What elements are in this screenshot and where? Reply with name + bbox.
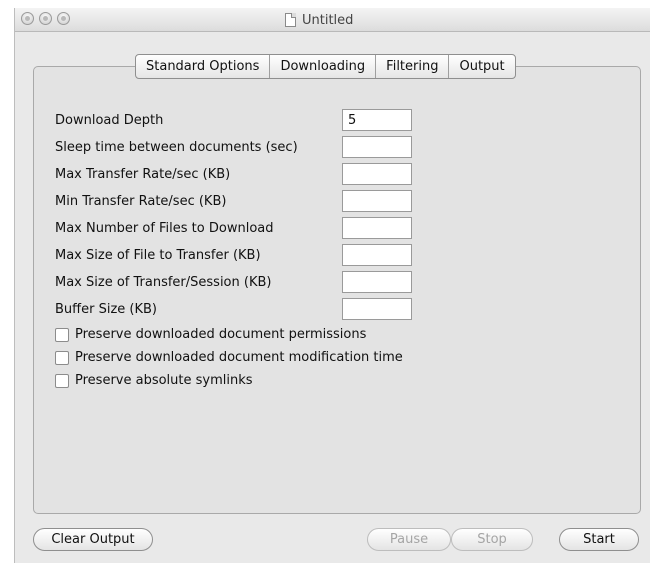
window-title: Untitled [285,11,353,29]
download-depth-label: Download Depth [55,113,164,128]
max-transfer-session-label: Max Size of Transfer/Session (KB) [55,275,272,290]
sleep-time-label: Sleep time between documents (sec) [55,140,298,155]
preserve-modification-time-checkbox[interactable] [55,350,69,365]
min-transfer-rate-label: Min Transfer Rate/sec (KB) [55,194,227,209]
max-transfer-session-field[interactable] [342,271,412,293]
start-button[interactable]: Start [559,528,639,551]
tab-downloading[interactable]: Downloading [270,55,377,78]
preserve-modification-time-option[interactable]: Preserve downloaded document modificatio… [55,350,403,365]
max-files-field[interactable] [342,217,412,239]
tab-bar: Standard Options Downloading Filtering O… [135,54,516,79]
app-window: Untitled Standard Options Downloading Fi… [14,8,650,563]
tab-panel [33,66,641,514]
preserve-symlinks-label: Preserve absolute symlinks [75,373,253,388]
max-file-size-field[interactable] [342,244,412,266]
download-depth-field[interactable] [342,109,412,131]
buffer-size-field[interactable] [342,298,412,320]
document-icon [285,13,296,27]
pause-button[interactable]: Pause [367,528,451,551]
max-transfer-rate-label: Max Transfer Rate/sec (KB) [55,167,231,182]
max-transfer-rate-field[interactable] [342,163,412,185]
min-transfer-rate-field[interactable] [342,190,412,212]
max-files-label: Max Number of Files to Download [55,221,274,236]
sleep-time-field[interactable] [342,136,412,158]
preserve-permissions-checkbox[interactable] [55,327,69,342]
stop-button[interactable]: Stop [451,528,533,551]
preserve-symlinks-option[interactable]: Preserve absolute symlinks [55,373,253,388]
preserve-modification-time-label: Preserve downloaded document modificatio… [75,350,403,365]
preserve-permissions-label: Preserve downloaded document permissions [75,327,367,342]
tab-filtering[interactable]: Filtering [376,55,450,78]
preserve-permissions-option[interactable]: Preserve downloaded document permissions [55,327,366,342]
max-file-size-label: Max Size of File to Transfer (KB) [55,248,261,263]
clear-output-button[interactable]: Clear Output [33,528,153,551]
tab-output[interactable]: Output [449,55,514,78]
minimize-window-button[interactable] [39,12,52,25]
buffer-size-label: Buffer Size (KB) [55,302,157,317]
tab-standard-options[interactable]: Standard Options [136,55,271,78]
preserve-symlinks-checkbox[interactable] [55,373,69,388]
title-bar: Untitled [15,8,650,32]
close-window-button[interactable] [21,12,34,25]
zoom-window-button[interactable] [57,12,70,25]
window-title-text: Untitled [302,12,354,28]
